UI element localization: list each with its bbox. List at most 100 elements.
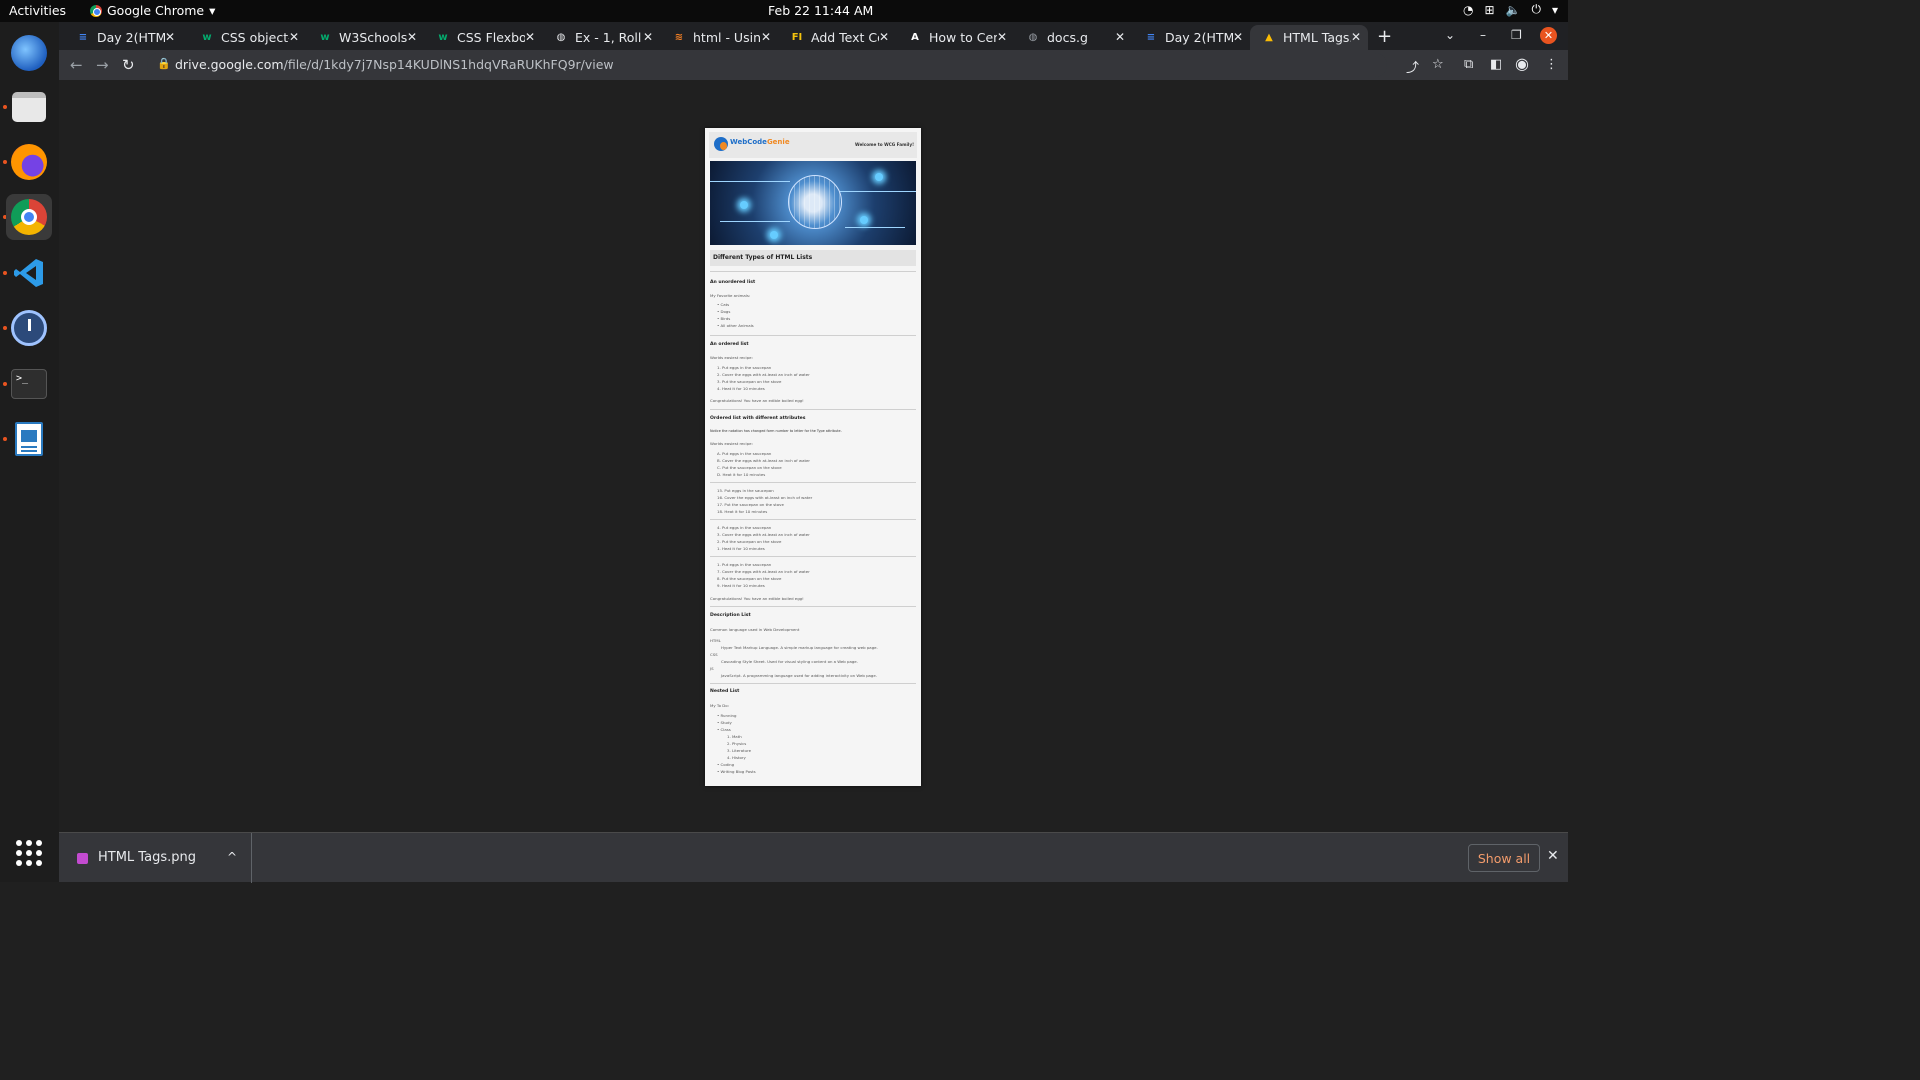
new-tab-button[interactable]: + — [1377, 26, 1392, 47]
tab-favicon-icon: FI — [791, 32, 803, 43]
clock[interactable]: Feb 22 11:44 AM — [768, 3, 873, 18]
chrome-window: ≡Day 2(HTML✕wCSS object-f✕wW3Schools✕wCS… — [59, 22, 1568, 883]
profile-avatar-icon[interactable]: ◉ — [1515, 54, 1529, 73]
dock-files[interactable] — [6, 84, 52, 130]
chrome-menu-icon[interactable]: ⋮ — [1545, 57, 1558, 72]
timeshift-indicator-icon[interactable]: ◔ — [1463, 3, 1473, 17]
tab-title: html - Using — [693, 30, 761, 45]
doc-title: Different Types of HTML Lists — [713, 254, 813, 261]
network-icon[interactable]: ⊞ — [1484, 3, 1494, 17]
dock-thunderbird[interactable] — [6, 30, 52, 76]
chrome-icon — [90, 4, 102, 17]
tab-title: Ex - 1, Roll N — [575, 30, 643, 45]
thunderbird-icon — [11, 35, 47, 71]
chevron-down-icon[interactable]: ▾ — [1552, 3, 1558, 17]
section-notice: Notice the notation has changed form num… — [710, 429, 842, 433]
minimize-button[interactable]: – — [1480, 28, 1486, 42]
description-definition: JavaScript. A programming language used … — [721, 673, 878, 678]
list-item: • Birds — [717, 316, 731, 321]
close-icon[interactable]: ✕ — [289, 30, 299, 44]
close-icon[interactable]: ✕ — [997, 30, 1007, 44]
section-heading: Nested List — [710, 689, 740, 694]
tab-3[interactable]: w CSS Flexbox✕ — [424, 25, 542, 50]
tab-title: HTML Tags. — [1283, 30, 1351, 45]
divider — [710, 556, 916, 557]
close-icon[interactable]: ✕ — [1233, 30, 1243, 44]
tab-favicon-icon: ▲ — [1265, 32, 1273, 43]
close-icon[interactable]: ✕ — [525, 30, 535, 44]
lock-icon[interactable]: 🔒 — [157, 57, 171, 70]
divider — [710, 606, 916, 607]
close-window-button[interactable]: ✕ — [1540, 27, 1557, 44]
doc-welcome-text: Welcome to WCG Family! — [854, 142, 914, 147]
tab-favicon-icon: ≡ — [78, 32, 88, 43]
tab-7[interactable]: A How to Cen ✕ — [896, 25, 1014, 50]
list-item: 2. Put the saucepan on the stove — [717, 539, 782, 544]
dock-writer[interactable] — [6, 416, 52, 462]
forward-button[interactable]: → — [96, 56, 109, 74]
tab-1[interactable]: w CSS object-f✕ — [188, 25, 306, 50]
share-icon[interactable]: ⤴ — [1406, 57, 1419, 76]
list-item: B. Cover the eggs with at-least an inch … — [717, 458, 810, 463]
tab-5[interactable]: ≋ html - Using✕ — [660, 25, 778, 50]
reload-button[interactable]: ↻ — [122, 56, 135, 74]
tab-favicon-icon: ≡ — [1146, 32, 1156, 43]
vscode-icon — [14, 259, 43, 287]
list-item: 3. Cover the eggs with at-least an inch … — [717, 532, 810, 537]
address-bar[interactable]: 🔒 drive.google.com/file/d/1kdy7j7Nsp14KU… — [147, 53, 1387, 77]
tab-10[interactable]: ▲ HTML Tags. ✕ — [1250, 25, 1368, 50]
list-item: • Study — [717, 720, 732, 725]
divider — [710, 683, 916, 684]
tab-9[interactable]: ≡ Day 2(HTML✕ — [1132, 25, 1250, 50]
dock-timeshift[interactable] — [6, 305, 52, 351]
extensions-icon[interactable]: ⧉ — [1464, 57, 1473, 72]
system-tray[interactable]: ◔ ⊞ 🔈 ⏻ ▾ — [1463, 2, 1558, 17]
app-menu[interactable]: Google Chrome ▾ — [90, 3, 215, 18]
close-icon[interactable]: ✕ — [879, 30, 889, 44]
close-icon[interactable]: ✕ — [1351, 30, 1361, 44]
dock-vscode[interactable] — [6, 250, 52, 296]
close-icon[interactable]: ✕ — [165, 30, 175, 44]
nested-list-item: 2. Physics — [727, 741, 747, 746]
tab-favicon-icon: w — [438, 32, 448, 43]
tab-search-icon[interactable]: ⌄ — [1445, 28, 1455, 42]
tab-6[interactable]: FI Add Text Co ✕ — [778, 25, 896, 50]
close-icon[interactable]: ✕ — [1115, 30, 1125, 44]
list-item: D. Heat it for 10 minutes — [717, 472, 766, 477]
url-text[interactable]: drive.google.com/file/d/1kdy7j7Nsp14KUDl… — [175, 57, 614, 72]
download-shelf: HTML Tags.png ^ Show all ✕ — [59, 832, 1568, 883]
show-all-button[interactable]: Show all — [1468, 844, 1540, 872]
close-icon[interactable]: ✕ — [643, 30, 653, 44]
bookmark-star-icon[interactable]: ☆ — [1432, 57, 1444, 72]
show-applications-icon[interactable] — [16, 840, 42, 866]
divider — [710, 335, 916, 336]
list-item: 15. Put eggs in the saucepan — [717, 488, 774, 493]
tab-0[interactable]: ≡ Day 2(HTML✕ — [64, 25, 182, 50]
section-heading: Ordered list with different attributes — [710, 416, 806, 421]
close-icon[interactable]: ✕ — [407, 30, 417, 44]
activities-button[interactable]: Activities — [9, 3, 66, 18]
dock-terminal[interactable]: >_ — [6, 361, 52, 407]
tab-4[interactable]: ◍ Ex - 1, Roll N✕ — [542, 25, 660, 50]
restore-button[interactable]: ❐ — [1511, 28, 1522, 42]
image-preview[interactable]: WebCodeGenie Welcome to WCG Family! Diff… — [705, 128, 921, 786]
back-button[interactable]: ← — [70, 56, 83, 74]
side-panel-icon[interactable]: ◧ — [1490, 57, 1502, 72]
volume-icon[interactable]: 🔈 — [1506, 3, 1521, 17]
dock-chrome[interactable] — [6, 194, 52, 240]
power-icon[interactable]: ⏻ — [1531, 2, 1541, 17]
download-filename[interactable]: HTML Tags.png — [98, 850, 196, 865]
divider — [710, 271, 916, 272]
list-item: 4. Put eggs in the saucepan — [717, 525, 772, 530]
nested-list-item: 4. History — [727, 755, 746, 760]
dock-firefox[interactable] — [6, 139, 52, 185]
list-item: 7. Cover the eggs with at-least an inch … — [717, 569, 810, 574]
tab-8[interactable]: ◍ docs.g ✕ — [1014, 25, 1132, 50]
close-icon[interactable]: ✕ — [761, 30, 771, 44]
chevron-up-icon[interactable]: ^ — [227, 850, 237, 864]
tab-favicon-icon: A — [911, 32, 919, 43]
download-item[interactable]: HTML Tags.png ^ — [59, 833, 252, 883]
close-shelf-icon[interactable]: ✕ — [1547, 848, 1559, 864]
section-heading: Description List — [710, 613, 751, 618]
tab-2[interactable]: w W3Schools ✕ — [306, 25, 424, 50]
